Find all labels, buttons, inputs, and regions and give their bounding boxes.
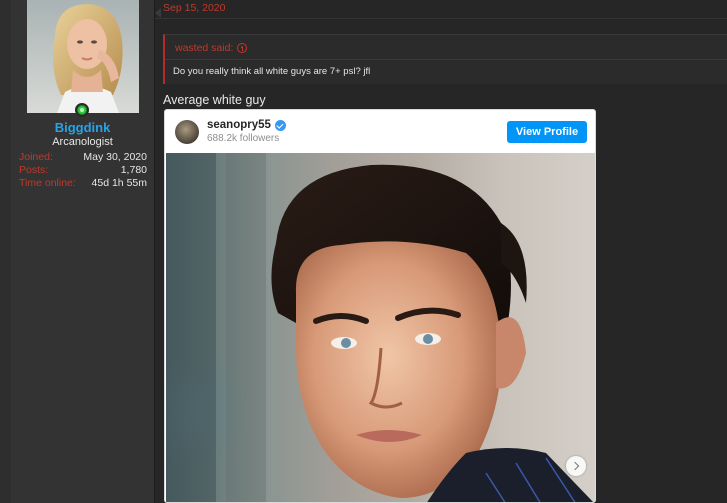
quote-author[interactable]: wasted said: [175,42,233,54]
post-header-divider [155,18,727,19]
post-body-text: Average white guy [163,93,266,107]
username-link[interactable]: Biggdink [11,120,154,135]
embed-photo[interactable] [166,153,595,502]
online-status-icon [75,103,89,117]
user-title: Arcanologist [52,136,113,148]
stat-value: 1,780 [120,164,147,176]
verified-badge-icon [274,119,286,131]
user-avatar[interactable] [27,0,139,113]
page-left-edge [0,0,11,503]
quote-text: Do you really think all white guys are 7… [173,66,371,77]
stat-value: 45d 1h 55m [91,177,147,189]
arrow-up-circle-icon[interactable] [237,43,248,53]
quote-header[interactable]: wasted said: [175,42,248,54]
stat-posts: Posts: 1,780 [19,164,147,177]
quote-divider [165,59,727,60]
post-date-link[interactable]: Sep 15, 2020 [163,2,225,14]
embed-username[interactable]: seanopry55 [207,119,271,131]
embed-username-row[interactable]: seanopry55 [207,119,286,131]
embed-followers: 688.2k followers [207,133,280,144]
chevron-right-icon[interactable] [566,456,586,476]
post-pointer-arrow [155,8,161,18]
embed-profile-avatar[interactable] [175,120,199,144]
instagram-embed: seanopry55 688.2k followers View Profile [164,109,596,503]
view-profile-button[interactable]: View Profile [507,121,587,143]
panel-divider [154,0,155,503]
stat-label: Posts: [19,164,49,176]
stat-label: Joined: [19,151,53,163]
stat-time-online: Time online: 45d 1h 55m [19,177,147,190]
quote-block: wasted said: Do you really think all whi… [163,34,727,84]
stat-value: May 30, 2020 [83,151,147,163]
user-stats: Joined: May 30, 2020 Posts: 1,780 Time o… [19,151,147,190]
stat-label: Time online: [19,177,76,189]
stat-joined: Joined: May 30, 2020 [19,151,147,164]
